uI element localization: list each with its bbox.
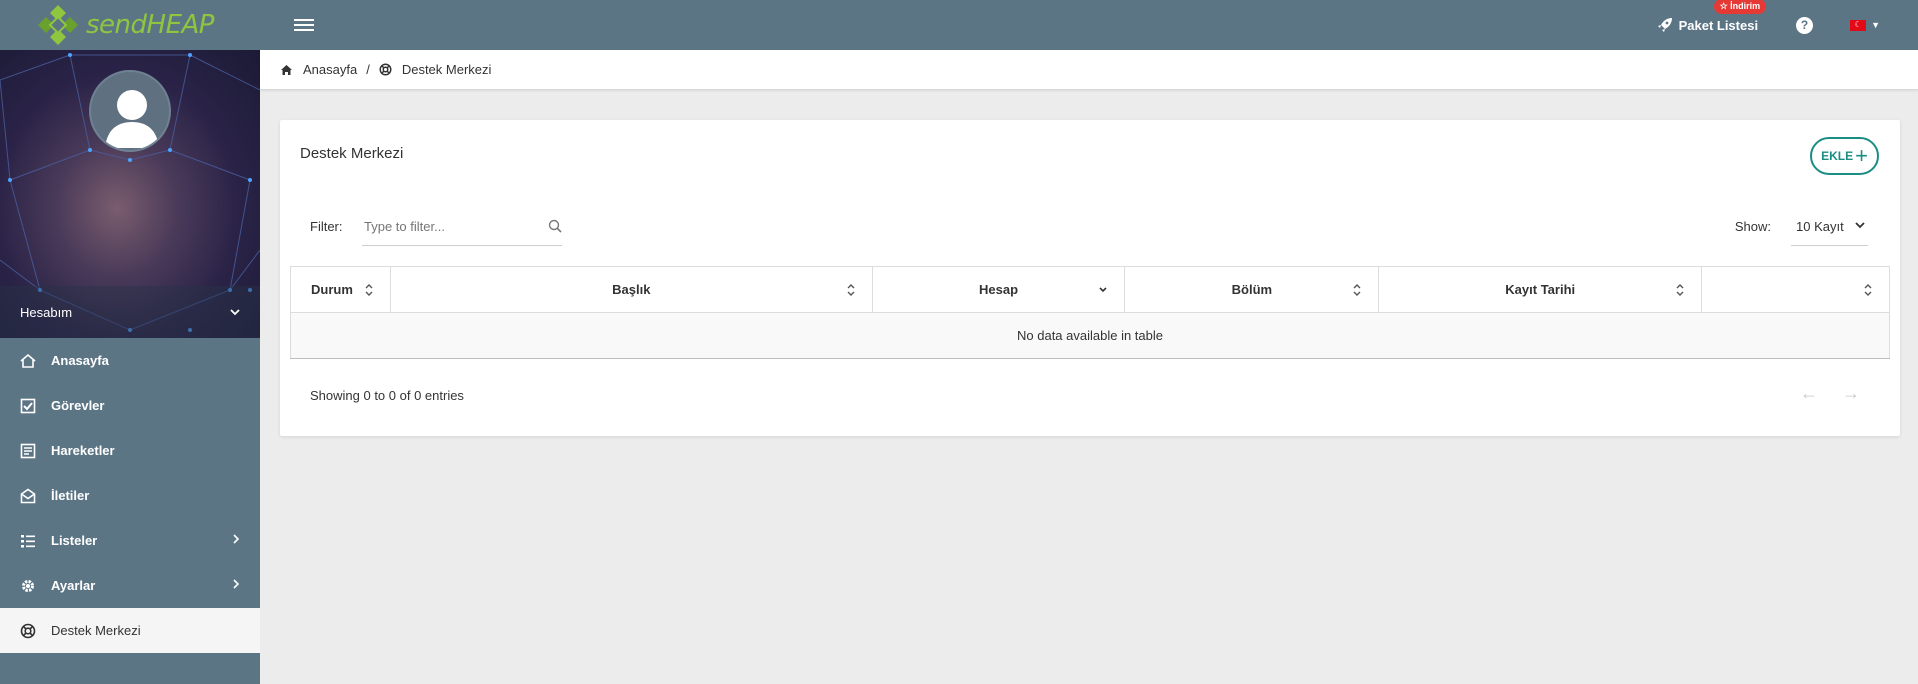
chevron-down-icon: ▼ [1871,20,1880,30]
brand-logo-text: sendHEAP [86,10,214,40]
table-row: No data available in table [290,312,1890,359]
sidebar-item-ayarlar[interactable]: Ayarlar [0,563,260,608]
column-header-hesap[interactable]: Hesap [871,266,1126,313]
home-icon [20,353,36,369]
add-button[interactable]: EKLE + [1810,137,1879,175]
plus-icon: + [1855,143,1868,168]
account-label: Hesabım [20,304,73,320]
sort-icon [847,284,855,296]
package-list-link[interactable]: Paket Listesi ☆ İndirim [1657,0,1767,33]
package-list-label: Paket Listesi [1678,17,1759,33]
sidebar-menu: Anasayfa Görevler Hareketler İletiler Li… [0,338,260,653]
help-icon[interactable]: ? [1796,16,1814,34]
chevron-down-icon [1855,221,1865,232]
filter-field [362,208,562,246]
sidebar-item-label: Listeler [51,533,98,548]
lifebuoy-icon [20,623,36,639]
filter-label: Filter: [310,219,343,234]
page-title: Destek Merkezi [300,145,404,162]
search-icon [548,219,562,238]
sidebar-item-destek-merkezi[interactable]: Destek Merkezi [0,608,260,653]
top-navbar: sendHEAP Paket Listesi ☆ İndirim ? ☾ ▼ [0,0,1918,50]
sidebar-item-label: Anasayfa [51,353,109,368]
sort-descending-icon [1099,287,1108,293]
column-header-bolum[interactable]: Bölüm [1124,266,1380,313]
sidebar-item-label: İletiler [51,488,90,503]
profile-banner: Hesabım [0,50,260,338]
add-button-label: EKLE [1821,149,1854,163]
list-icon [20,533,36,549]
table-info: Showing 0 to 0 of 0 entries [310,388,464,403]
envelope-icon [20,488,36,504]
table-header-row: Durum Başlık Hesap Bölüm Kayıt Tarihi [290,266,1890,313]
checkbox-icon [20,398,36,414]
logo-mark-icon [38,5,78,45]
discount-badge: ☆ İndirim [1713,0,1767,14]
turkey-flag-icon: ☾ [1850,19,1867,31]
sort-icon [365,284,373,296]
column-header-actions[interactable] [1701,266,1890,313]
sort-icon [1676,284,1684,296]
breadcrumb-separator: / [366,62,370,77]
sidebar-item-label: Destek Merkezi [51,623,141,638]
pagination: ← → [1776,383,1860,404]
support-tickets-table: Durum Başlık Hesap Bölüm Kayıt Tarihi No… [290,266,1890,359]
menu-toggle-button[interactable] [294,16,314,34]
support-center-card: Destek Merkezi EKLE + Filter: Show: 10 K… [280,120,1900,436]
rocket-icon [1657,18,1672,32]
sidebar-item-label: Ayarlar [51,578,96,593]
sidebar-item-label: Görevler [51,398,105,413]
avatar[interactable] [89,70,171,152]
table-divider [290,358,1890,359]
sidebar-item-hareketler[interactable]: Hareketler [0,428,260,473]
column-header-label: Bölüm [1231,282,1273,297]
page-size-select[interactable]: 10 Kayıt [1791,208,1868,246]
column-header-label: Durum [311,282,353,297]
column-header-label: Hesap [979,282,1019,297]
lifebuoy-icon [379,63,392,76]
sidebar-item-label: Hareketler [51,443,115,458]
breadcrumb: Anasayfa / Destek Merkezi [260,50,1918,90]
language-selector[interactable]: ☾ ▼ [1850,19,1880,31]
empty-table-message: No data available in table [290,312,1890,359]
column-header-label: Kayıt Tarihi [1505,282,1576,297]
previous-page-button[interactable]: ← [1800,383,1818,404]
chevron-right-icon [233,577,240,592]
sidebar-item-listeler[interactable]: Listeler [0,518,260,563]
show-label: Show: [1734,219,1771,234]
chevron-right-icon [233,532,240,547]
page-size-value: 10 Kayıt [1796,219,1844,234]
chevron-down-icon [230,308,240,315]
sidebar: Hesabım Anasayfa Görevler Hareketler İle… [0,50,260,684]
breadcrumb-current: Destek Merkezi [401,62,492,77]
sidebar-item-anasayfa[interactable]: Anasayfa [0,338,260,383]
list-box-icon [20,443,36,459]
sidebar-item-iletiler[interactable]: İletiler [0,473,260,518]
gear-icon [20,578,36,594]
brand-logo[interactable]: sendHEAP [36,0,214,50]
filter-input[interactable] [362,208,542,244]
sort-icon [1353,284,1361,296]
column-header-durum[interactable]: Durum [290,266,391,313]
home-icon [280,64,293,76]
sort-icon [1864,284,1872,296]
sidebar-item-gorevler[interactable]: Görevler [0,383,260,428]
column-header-kayit-tarihi[interactable]: Kayıt Tarihi [1378,266,1703,313]
column-header-label: Başlık [612,282,651,297]
next-page-button[interactable]: → [1842,383,1860,404]
column-header-baslik[interactable]: Başlık [389,266,873,313]
account-menu-toggle[interactable]: Hesabım [0,286,260,338]
breadcrumb-home-link[interactable]: Anasayfa [303,62,357,77]
